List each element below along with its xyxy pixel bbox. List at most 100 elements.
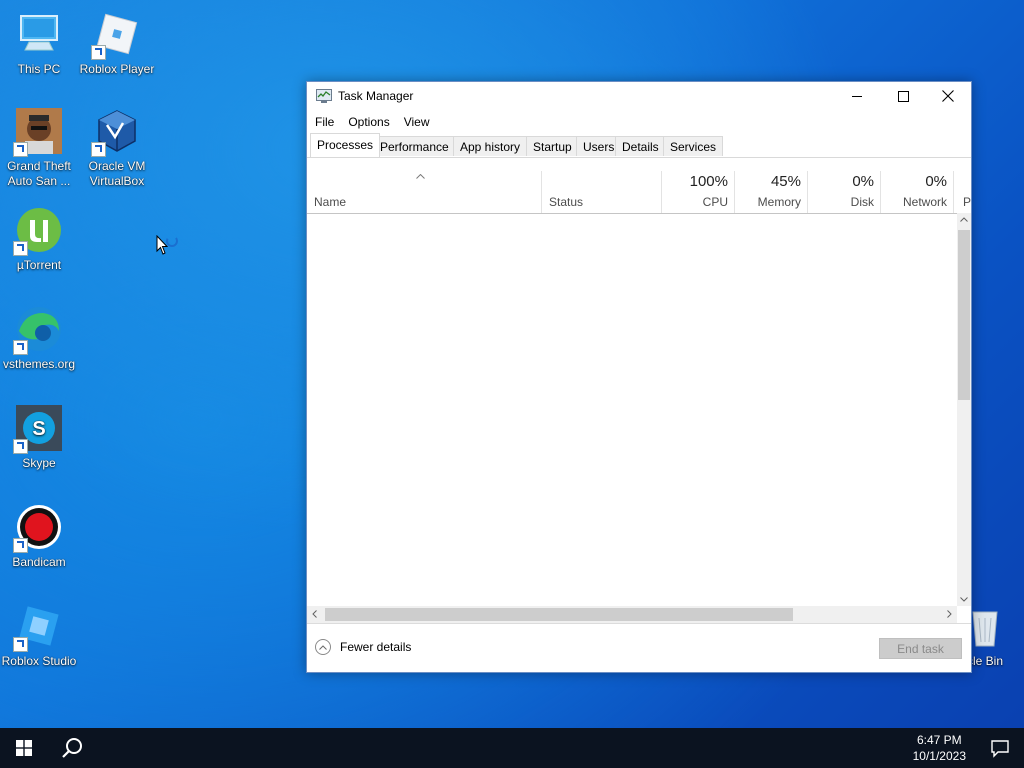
shortcut-arrow-icon bbox=[13, 142, 28, 157]
notification-icon bbox=[991, 740, 1009, 758]
gta-san-andreas-icon bbox=[13, 107, 63, 157]
column-cpu-label: CPU bbox=[702, 195, 728, 209]
task-manager-icon bbox=[316, 89, 332, 103]
search-icon bbox=[62, 738, 82, 758]
column-status[interactable]: Status bbox=[542, 171, 662, 213]
desktop-icon-label: vsthemes.org bbox=[2, 357, 76, 371]
desktop-icon-roblox-player[interactable]: Roblox Player bbox=[77, 10, 157, 77]
desktop-icon-label: Roblox Player bbox=[79, 62, 155, 76]
vertical-scrollbar[interactable] bbox=[957, 213, 971, 606]
horizontal-scrollbar[interactable] bbox=[307, 606, 957, 623]
column-network-label: Network bbox=[902, 195, 947, 209]
column-disk-label: Disk bbox=[850, 195, 874, 209]
desktop-icon-label: µTorrent bbox=[16, 258, 62, 272]
scroll-down-icon[interactable] bbox=[960, 597, 968, 602]
fewer-details-label: Fewer details bbox=[340, 640, 412, 654]
desktop-icon-label: Skype bbox=[22, 456, 56, 470]
desktop-icon-label: Roblox Studio bbox=[1, 654, 77, 668]
horizontal-scroll-thumb[interactable] bbox=[325, 608, 793, 621]
column-memory[interactable]: 45% Memory bbox=[735, 171, 808, 213]
fewer-details-button[interactable]: Fewer details bbox=[315, 639, 411, 655]
shortcut-arrow-icon bbox=[91, 45, 106, 60]
task-manager-window: Task Manager File Options View Processes… bbox=[306, 81, 972, 673]
menu-bar: File Options View bbox=[307, 110, 971, 134]
desktop-icon-bandicam[interactable]: Bandicam bbox=[0, 503, 79, 570]
tab-startup[interactable]: Startup bbox=[526, 136, 579, 156]
menu-view[interactable]: View bbox=[404, 115, 430, 129]
skype-icon: S bbox=[13, 404, 63, 454]
desktop-icon-label: This PC bbox=[17, 62, 61, 76]
mouse-cursor-icon bbox=[156, 234, 182, 260]
desktop-icon-this-pc[interactable]: This PC bbox=[0, 10, 79, 77]
tab-services[interactable]: Services bbox=[663, 136, 724, 156]
maximize-icon bbox=[897, 90, 909, 102]
column-disk[interactable]: 0% Disk bbox=[808, 171, 881, 213]
desktop-icon-label: Grand Theft Auto San ... bbox=[7, 159, 71, 188]
virtualbox-icon bbox=[91, 107, 141, 157]
menu-file[interactable]: File bbox=[315, 115, 334, 129]
desktop-icon-gta-san-andreas[interactable]: Grand Theft Auto San ... bbox=[0, 107, 79, 189]
end-task-button[interactable]: End task bbox=[879, 638, 962, 659]
shortcut-arrow-icon bbox=[13, 538, 28, 553]
process-table-header: Name Status 100% CPU 45% Memory 0% Disk … bbox=[307, 171, 957, 214]
shortcut-arrow-icon bbox=[13, 241, 28, 256]
shortcut-arrow-icon bbox=[13, 340, 28, 355]
system-clock[interactable]: 6:47 PM 10/1/2023 bbox=[913, 732, 966, 764]
sort-ascending-icon bbox=[416, 174, 425, 179]
vertical-scroll-thumb[interactable] bbox=[958, 230, 970, 400]
desktop-icon-skype[interactable]: S Skype bbox=[0, 404, 79, 471]
menu-options[interactable]: Options bbox=[348, 115, 389, 129]
desktop-icon-utorrent[interactable]: µTorrent bbox=[0, 206, 79, 273]
shortcut-arrow-icon bbox=[91, 142, 106, 157]
network-percent: 0% bbox=[925, 173, 947, 190]
edge-icon bbox=[13, 305, 63, 355]
column-network[interactable]: 0% Network bbox=[881, 171, 954, 213]
column-status-label: Status bbox=[549, 195, 584, 209]
scroll-left-icon[interactable] bbox=[312, 610, 317, 618]
column-memory-label: Memory bbox=[757, 195, 801, 209]
window-title: Task Manager bbox=[338, 89, 414, 103]
column-power-label-overflow: P bbox=[957, 171, 971, 213]
action-center-button[interactable] bbox=[990, 738, 1010, 758]
chevron-up-icon bbox=[315, 639, 331, 655]
shortcut-arrow-icon bbox=[13, 637, 28, 652]
windows-logo-icon bbox=[16, 740, 32, 756]
footer-bar: Fewer details End task bbox=[307, 623, 971, 672]
minimize-button[interactable] bbox=[834, 82, 880, 110]
desktop-icon-virtualbox[interactable]: Oracle VM VirtualBox bbox=[77, 107, 157, 189]
column-cpu[interactable]: 100% CPU bbox=[662, 171, 735, 213]
utorrent-icon bbox=[13, 206, 63, 256]
close-icon bbox=[942, 90, 954, 102]
column-next-label-visible: P bbox=[963, 195, 971, 209]
roblox-studio-icon bbox=[13, 602, 63, 652]
clock-time: 6:47 PM bbox=[916, 733, 962, 747]
desktop-icon-label: Bandicam bbox=[12, 555, 66, 569]
shortcut-arrow-icon bbox=[13, 439, 28, 454]
tab-app-history[interactable]: App history bbox=[453, 136, 528, 156]
search-button[interactable] bbox=[48, 728, 96, 768]
tab-strip: Processes Performance App history Startu… bbox=[307, 133, 971, 158]
disk-percent: 0% bbox=[852, 173, 874, 190]
monitor-icon bbox=[15, 10, 63, 58]
scroll-right-icon[interactable] bbox=[947, 610, 952, 618]
tab-performance[interactable]: Performance bbox=[373, 136, 456, 156]
roblox-icon bbox=[91, 10, 141, 60]
memory-percent: 45% bbox=[770, 173, 801, 190]
desktop-icon-roblox-studio[interactable]: Roblox Studio bbox=[0, 602, 79, 669]
tab-details[interactable]: Details bbox=[615, 136, 666, 156]
taskbar: 6:47 PM 10/1/2023 bbox=[0, 728, 1024, 768]
tab-processes[interactable]: Processes bbox=[310, 133, 381, 157]
svg-text:S: S bbox=[32, 418, 45, 440]
minimize-icon bbox=[852, 96, 862, 97]
start-button[interactable] bbox=[0, 728, 48, 768]
cpu-percent: 100% bbox=[689, 173, 728, 190]
scroll-up-icon[interactable] bbox=[960, 217, 968, 222]
maximize-button[interactable] bbox=[880, 82, 926, 110]
title-bar[interactable]: Task Manager bbox=[307, 82, 971, 110]
close-button[interactable] bbox=[925, 82, 971, 110]
column-name[interactable]: Name bbox=[307, 171, 542, 213]
desktop-icon-label: Oracle VM VirtualBox bbox=[88, 159, 146, 188]
bandicam-icon bbox=[13, 503, 63, 553]
clock-date: 10/1/2023 bbox=[912, 749, 966, 763]
desktop-icon-edge-vsthemes[interactable]: vsthemes.org bbox=[0, 305, 79, 372]
